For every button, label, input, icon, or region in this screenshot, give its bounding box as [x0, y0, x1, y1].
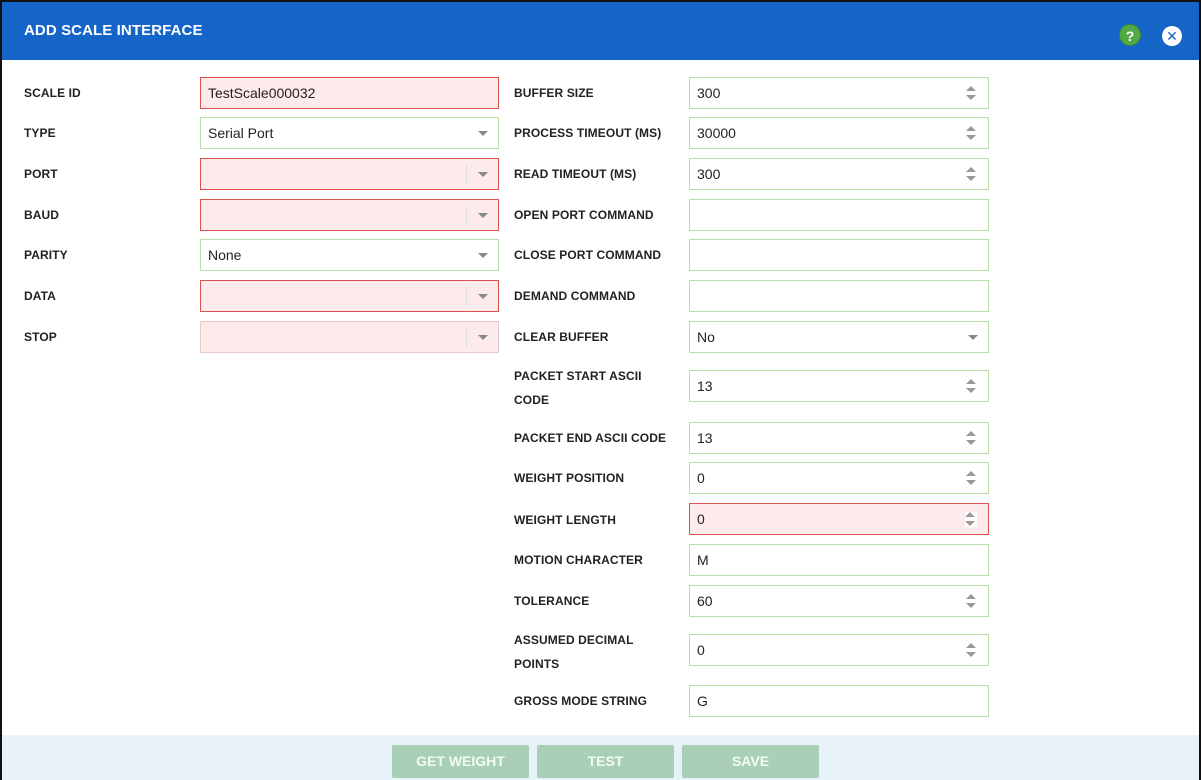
- assumed-decimal-label-line2: POINTS: [514, 657, 560, 671]
- spinner-icon[interactable]: [966, 86, 976, 101]
- close-icon[interactable]: ✕: [1162, 26, 1182, 46]
- process-timeout-input[interactable]: 30000: [689, 117, 989, 149]
- port-select[interactable]: [200, 158, 499, 190]
- packet-start-input[interactable]: 13: [689, 370, 989, 402]
- buffer-size-label: BUFFER SIZE: [514, 86, 594, 100]
- select-divider: [466, 328, 467, 347]
- tolerance-input[interactable]: 60: [689, 585, 989, 617]
- spinner-icon[interactable]: [965, 512, 977, 527]
- packet-end-label: PACKET END ASCII CODE: [514, 431, 667, 445]
- clear-buffer-select[interactable]: No: [689, 321, 989, 353]
- assumed-decimal-input[interactable]: 0: [689, 634, 989, 666]
- baud-label: BAUD: [24, 208, 60, 222]
- spinner-icon[interactable]: [966, 379, 976, 394]
- packet-start-label-line1: PACKET START ASCII: [514, 369, 642, 383]
- stop-select[interactable]: [200, 321, 499, 353]
- type-label: TYPE: [24, 126, 56, 140]
- dialog-header: ADD SCALE INTERFACE ? ✕: [2, 2, 1199, 60]
- read-timeout-label: READ TIMEOUT (MS): [514, 167, 637, 181]
- chevron-down-icon: [478, 294, 488, 299]
- gross-mode-value: G: [697, 693, 708, 709]
- process-timeout-value: 30000: [697, 125, 736, 141]
- buffer-size-input[interactable]: 300: [689, 77, 989, 109]
- spinner-icon[interactable]: [966, 126, 976, 141]
- demand-command-label: DEMAND COMMAND: [514, 289, 636, 303]
- read-timeout-value: 300: [697, 166, 721, 182]
- help-icon[interactable]: ?: [1119, 24, 1141, 46]
- assumed-decimal-label-line1: ASSUMED DECIMAL: [514, 633, 634, 647]
- select-divider: [466, 206, 467, 225]
- spinner-icon[interactable]: [966, 643, 976, 658]
- select-divider: [466, 165, 467, 184]
- weight-length-value: 0: [697, 511, 705, 527]
- weight-position-label: WEIGHT POSITION: [514, 471, 625, 485]
- clear-buffer-label: CLEAR BUFFER: [514, 330, 609, 344]
- baud-select[interactable]: [200, 199, 499, 231]
- data-label: DATA: [24, 289, 56, 303]
- packet-start-label-line2: CODE: [514, 393, 550, 407]
- weight-length-label: WEIGHT LENGTH: [514, 513, 616, 527]
- add-scale-interface-dialog: ADD SCALE INTERFACE ? ✕ SCALE ID TestSca…: [0, 0, 1201, 780]
- spinner-icon[interactable]: [966, 167, 976, 182]
- type-select[interactable]: Serial Port: [200, 117, 499, 149]
- motion-character-label: MOTION CHARACTER: [514, 553, 643, 567]
- parity-label: PARITY: [24, 248, 68, 262]
- open-port-command-input[interactable]: [689, 199, 989, 231]
- spinner-icon[interactable]: [966, 431, 976, 446]
- scale-id-label: SCALE ID: [24, 86, 81, 100]
- spinner-icon[interactable]: [966, 471, 976, 486]
- dialog-title: ADD SCALE INTERFACE: [24, 22, 203, 39]
- process-timeout-label: PROCESS TIMEOUT (MS): [514, 126, 662, 140]
- motion-character-value: M: [697, 552, 709, 568]
- test-button[interactable]: TEST: [537, 745, 674, 778]
- clear-buffer-value: No: [697, 329, 715, 345]
- packet-end-input[interactable]: 13: [689, 422, 989, 454]
- chevron-down-icon: [478, 213, 488, 218]
- tolerance-value: 60: [697, 593, 713, 609]
- port-label: PORT: [24, 167, 58, 181]
- type-value: Serial Port: [208, 125, 274, 141]
- save-button[interactable]: SAVE: [682, 745, 819, 778]
- weight-length-input[interactable]: 0: [689, 503, 989, 535]
- chevron-down-icon: [478, 253, 488, 258]
- open-port-command-label: OPEN PORT COMMAND: [514, 208, 654, 222]
- data-select[interactable]: [200, 280, 499, 312]
- chevron-down-icon: [478, 172, 488, 177]
- dialog-footer: GET WEIGHT TEST SAVE: [2, 735, 1199, 780]
- stop-label: STOP: [24, 330, 57, 344]
- get-weight-button[interactable]: GET WEIGHT: [392, 745, 529, 778]
- parity-value: None: [208, 247, 242, 263]
- tolerance-label: TOLERANCE: [514, 594, 590, 608]
- buffer-size-value: 300: [697, 85, 721, 101]
- chevron-down-icon: [968, 335, 978, 340]
- weight-position-input[interactable]: 0: [689, 462, 989, 494]
- scale-id-value: TestScale000032: [208, 85, 316, 101]
- motion-character-input[interactable]: M: [689, 544, 989, 576]
- packet-end-value: 13: [697, 430, 713, 446]
- close-port-command-input[interactable]: [689, 239, 989, 271]
- assumed-decimal-value: 0: [697, 642, 705, 658]
- demand-command-input[interactable]: [689, 280, 989, 312]
- chevron-down-icon: [478, 335, 488, 340]
- gross-mode-label: GROSS MODE STRING: [514, 694, 648, 708]
- close-port-command-label: CLOSE PORT COMMAND: [514, 248, 662, 262]
- select-divider: [466, 287, 467, 306]
- read-timeout-input[interactable]: 300: [689, 158, 989, 190]
- weight-position-value: 0: [697, 470, 705, 486]
- parity-select[interactable]: None: [200, 239, 499, 271]
- packet-start-value: 13: [697, 378, 713, 394]
- chevron-down-icon: [478, 131, 488, 136]
- gross-mode-input[interactable]: G: [689, 685, 989, 717]
- spinner-icon[interactable]: [966, 594, 976, 609]
- scale-id-input[interactable]: TestScale000032: [200, 77, 499, 109]
